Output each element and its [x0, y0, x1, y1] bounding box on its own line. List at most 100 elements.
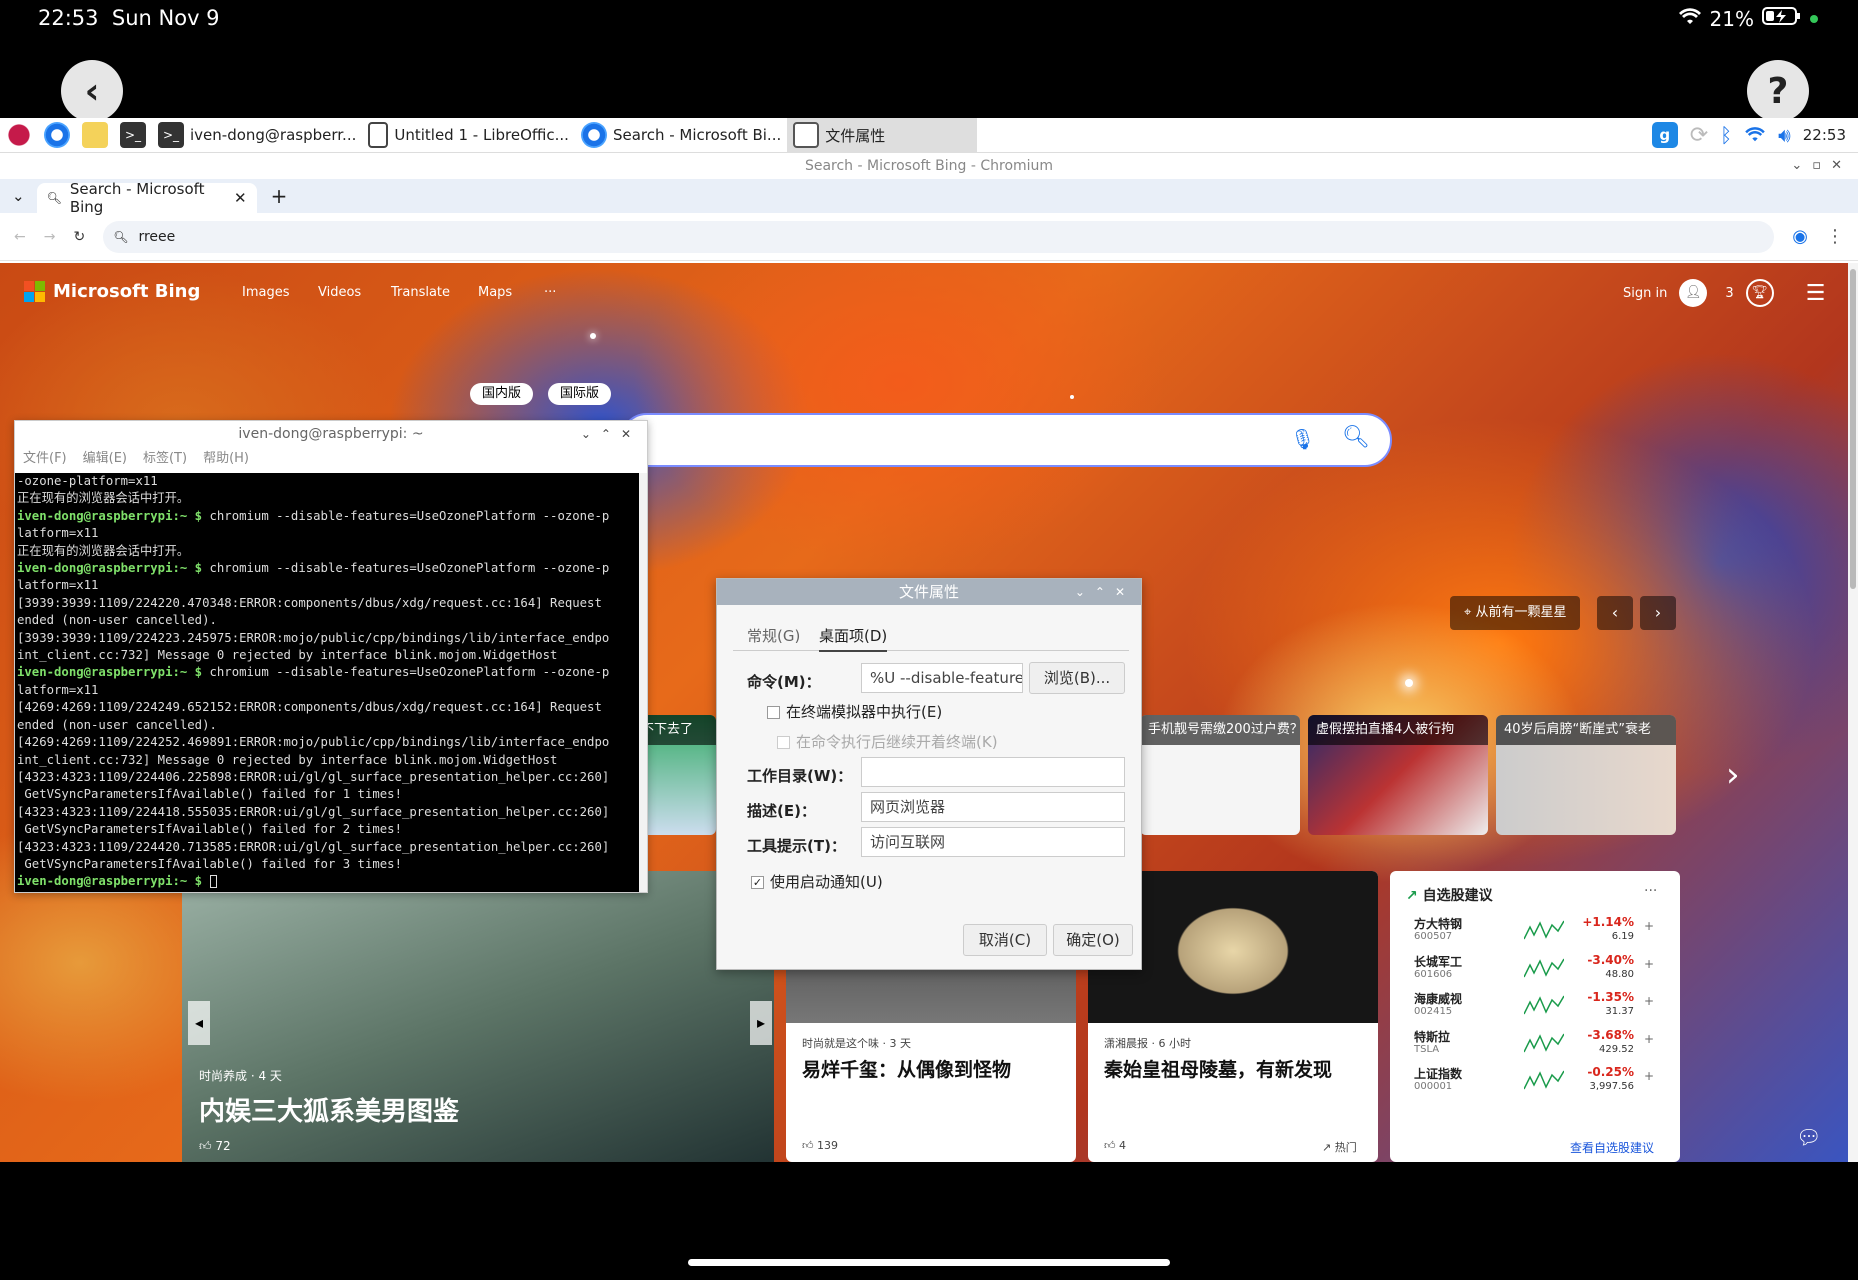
dialog-titlebar[interactable]: 文件属性 ⌄⌃✕ — [717, 579, 1141, 605]
run-in-terminal-checkbox[interactable] — [767, 706, 780, 719]
menu-edit[interactable]: 编辑(E) — [83, 447, 127, 471]
profile-icon[interactable]: ◉ — [1792, 226, 1808, 247]
reload-icon[interactable]: ↻ — [73, 229, 85, 245]
add-stock-plus-icon[interactable]: + — [1644, 1069, 1654, 1083]
workdir-input[interactable] — [861, 757, 1125, 787]
tab-international-edition[interactable]: 国际版 — [548, 383, 612, 405]
add-stock-plus-icon[interactable]: + — [1644, 957, 1654, 971]
close-icon[interactable]: ✕ — [621, 427, 641, 441]
keep-terminal-option[interactable]: 在命令执行后继续开着终端(K) — [777, 731, 998, 752]
minimize-icon[interactable]: ⌄ — [581, 427, 601, 441]
add-stock-plus-icon[interactable]: + — [1644, 994, 1654, 1008]
chevron-left-icon[interactable]: ◂ — [188, 1001, 210, 1045]
command-input[interactable]: %U --disable-features — [861, 663, 1023, 693]
tab-desktop-entry[interactable]: 桌面项(D) — [819, 625, 888, 652]
hamburger-menu-icon[interactable]: ☰ — [1806, 281, 1826, 306]
search-icon[interactable]: 🔍︎ — [1342, 425, 1370, 450]
browser-launcher[interactable] — [38, 118, 76, 153]
wallpaper-info-button[interactable]: ⌖ 从前有一颗星星 — [1450, 596, 1581, 630]
tray-volume-icon[interactable]: 🔊︎ — [1772, 118, 1797, 153]
home-indicator[interactable] — [688, 1259, 1170, 1266]
sign-in-link[interactable]: Sign in — [1623, 286, 1667, 301]
user-avatar-icon[interactable]: 👤︎ — [1679, 279, 1708, 307]
help-button[interactable]: ? — [1747, 60, 1809, 122]
stock-row[interactable]: 海康威视 002415 -1.35% 31.37 + — [1414, 990, 1654, 1030]
browse-button[interactable]: 浏览(B)... — [1029, 662, 1125, 694]
news-title[interactable]: 易烊千玺：从偶像到怪物 — [802, 1055, 1011, 1082]
nav-videos[interactable]: Videos — [318, 285, 361, 300]
bing-logo[interactable]: Microsoft Bing — [24, 281, 200, 302]
description-input[interactable]: 网页浏览器 — [861, 792, 1125, 822]
stocks-more-button[interactable]: ··· — [1644, 883, 1657, 899]
kebab-menu-icon[interactable]: ⋮ — [1826, 226, 1844, 247]
suggestion-card[interactable]: 手机靓号需缴200过户费？ — [1140, 715, 1300, 835]
maximize-icon[interactable]: ⌃ — [1095, 585, 1115, 599]
back-arrow-icon[interactable]: ← — [14, 229, 26, 245]
cancel-button[interactable]: 取消(C) — [963, 924, 1047, 956]
microphone-icon[interactable]: 🎙︎ — [1290, 427, 1315, 451]
taskbar-terminal-window[interactable]: >_ iven-dong@raspberr... — [152, 118, 362, 153]
page-scrollbar[interactable] — [1848, 263, 1858, 1162]
wallpaper-next-button[interactable]: › — [1640, 596, 1676, 630]
wallpaper-prev-button[interactable]: ‹ — [1597, 596, 1633, 630]
new-tab-plus-icon[interactable]: + — [257, 184, 302, 208]
nav-images[interactable]: Images — [242, 285, 290, 300]
suggestion-card[interactable]: 虚假摆拍直播4人被行拘 — [1308, 715, 1488, 835]
close-icon[interactable]: ✕ — [1831, 158, 1852, 173]
add-stock-plus-icon[interactable]: + — [1644, 919, 1654, 933]
tab-search-chevron-icon[interactable]: ⌄ — [0, 187, 37, 205]
scrollbar-thumb[interactable] — [1850, 269, 1856, 589]
tooltip-input[interactable]: 访问互联网 — [861, 827, 1125, 857]
stock-row[interactable]: 特斯拉 TSLA -3.68% 429.52 + — [1414, 1028, 1654, 1068]
nav-translate[interactable]: Translate — [391, 285, 450, 300]
minimize-icon[interactable]: ⌄ — [1075, 585, 1095, 599]
stock-row[interactable]: 长城军工 601606 -3.40% 48.80 + — [1414, 953, 1654, 993]
taskbar-chromium-window[interactable]: Search - Microsoft Bi... — [575, 118, 787, 153]
tray-clock[interactable]: 22:53 — [1797, 118, 1858, 153]
stock-row[interactable]: 方大特钢 600507 +1.14% 6.19 + — [1414, 915, 1654, 955]
tray-wifi-icon[interactable] — [1738, 118, 1772, 153]
tab-china-edition[interactable]: 国内版 — [470, 383, 534, 405]
nav-maps[interactable]: Maps — [478, 285, 512, 300]
news-likes[interactable]: 👍︎ 4 — [1104, 1139, 1126, 1152]
keep-terminal-checkbox[interactable] — [777, 736, 790, 749]
forward-arrow-icon[interactable]: → — [44, 229, 56, 245]
add-stock-plus-icon[interactable]: + — [1644, 1032, 1654, 1046]
startup-notify-checkbox[interactable]: ✓ — [751, 876, 764, 889]
run-in-terminal-option[interactable]: 在终端模拟器中执行(E) — [767, 701, 942, 722]
tray-sync-icon[interactable]: ⟳ — [1684, 118, 1714, 153]
file-manager-launcher[interactable] — [76, 118, 114, 153]
terminal-output[interactable]: -ozone-platform=x11 正在现有的浏览器会话中打开。 iven-do… — [15, 473, 641, 892]
tray-grammarly-icon[interactable]: g — [1646, 118, 1684, 153]
view-stocks-link[interactable]: 查看自选股建议 — [1570, 1139, 1654, 1156]
menu-tabs[interactable]: 标签(T) — [143, 447, 187, 471]
raspberry-menu-button[interactable] — [0, 118, 38, 153]
maximize-icon[interactable]: ⌃ — [601, 427, 621, 441]
startup-notify-option[interactable]: ✓ 使用启动通知(U) — [751, 871, 883, 892]
rewards-trophy-icon[interactable]: 🏆︎ — [1745, 279, 1774, 307]
hero-card[interactable]: ◂ ▸ 时尚养成 · 4 天 内娱三大狐系美男图鉴 👍︎ 72 — [182, 871, 774, 1162]
news-likes[interactable]: 👍︎ 139 — [802, 1139, 838, 1152]
chat-feedback-icon[interactable]: 💬︎ — [1796, 1125, 1821, 1149]
chevron-right-icon[interactable]: ▸ — [750, 1001, 772, 1045]
minimize-icon[interactable]: ⌄ — [1791, 158, 1812, 173]
menu-help[interactable]: 帮助(H) — [203, 447, 249, 471]
terminal-titlebar[interactable]: iven-dong@raspberrypi: ~ ⌄⌃✕ — [15, 421, 647, 447]
stock-row[interactable]: 上证指数 000001 -0.25% 3,997.56 + — [1414, 1065, 1654, 1105]
ok-button[interactable]: 确定(O) — [1053, 924, 1133, 956]
nav-more[interactable]: ··· — [544, 285, 556, 300]
chevron-right-icon[interactable]: › — [1726, 755, 1740, 795]
tab-bing[interactable]: 🔍︎ Search - Microsoft Bing ✕ — [36, 180, 257, 216]
menu-file[interactable]: 文件(F) — [23, 447, 67, 471]
maximize-icon[interactable]: ▫ — [1812, 158, 1831, 173]
hero-title[interactable]: 内娱三大狐系美男图鉴 — [199, 1091, 459, 1128]
close-icon[interactable]: ✕ — [234, 189, 247, 207]
taskbar-properties-window[interactable]: 文件属性 — [787, 118, 978, 153]
terminal-launcher[interactable]: >_ — [114, 118, 152, 153]
close-icon[interactable]: ✕ — [1115, 585, 1135, 599]
bing-search-box[interactable]: 🎙︎ 🔍︎ — [620, 413, 1392, 467]
hero-likes[interactable]: 👍︎ 72 — [199, 1139, 231, 1154]
back-button[interactable]: ‹ — [61, 60, 123, 122]
tray-bluetooth-icon[interactable]: ᛒ — [1714, 118, 1738, 153]
news-title[interactable]: 秦始皇祖母陵墓，有新发现 — [1104, 1055, 1332, 1082]
